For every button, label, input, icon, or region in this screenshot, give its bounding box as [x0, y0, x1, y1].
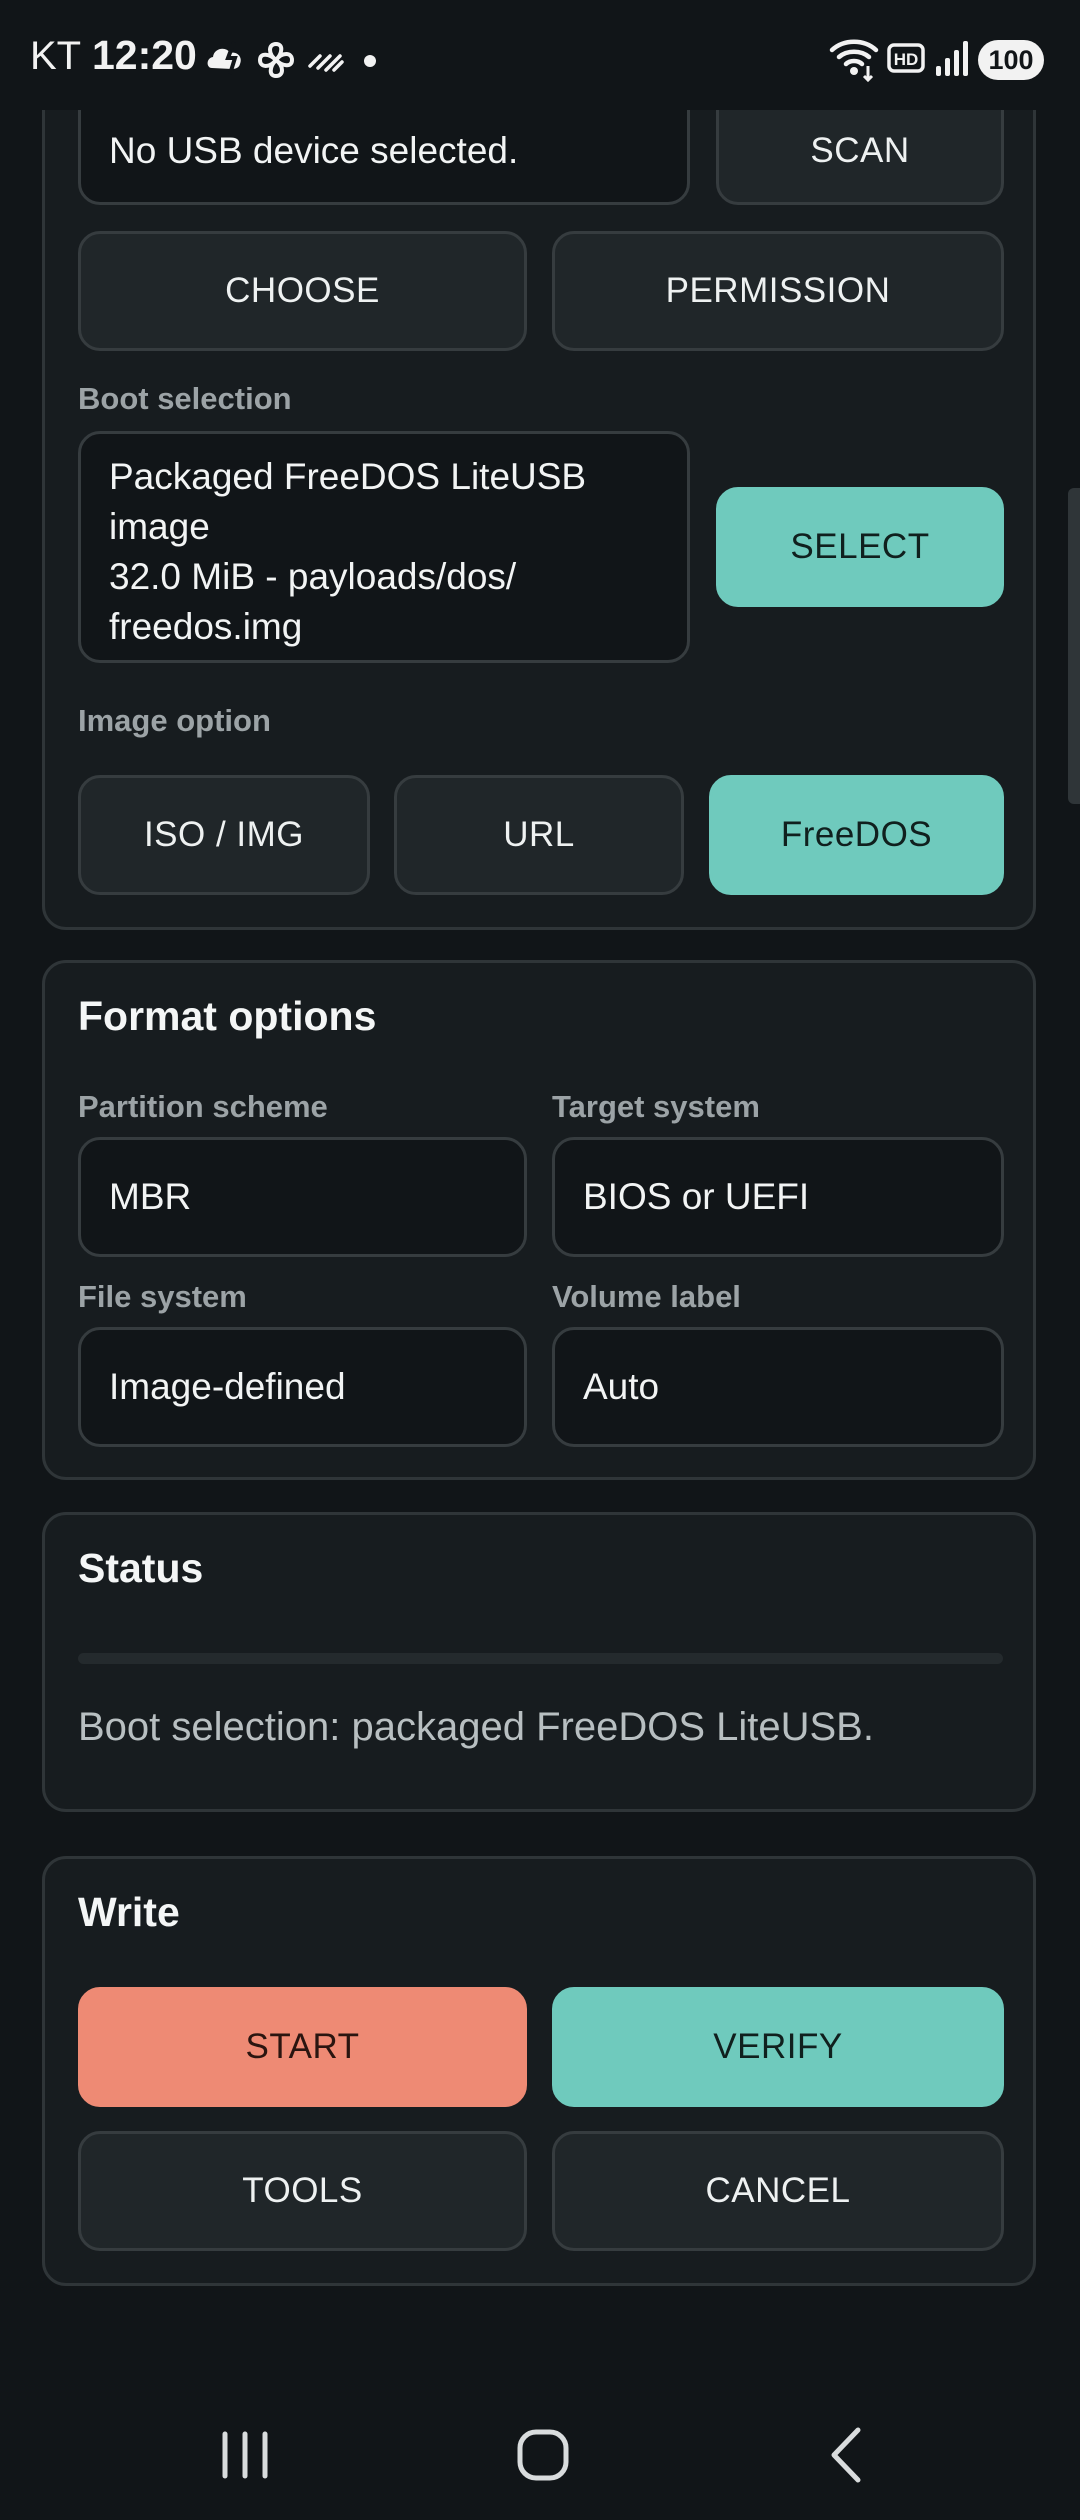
image-option-label: Image option: [78, 703, 271, 738]
drive-properties-card: No USB device selected. SCAN CHOOSE PERM…: [42, 60, 1036, 930]
format-options-title: Format options: [78, 993, 377, 1039]
file-system-label: File system: [78, 1279, 247, 1314]
svg-text:HD: HD: [894, 50, 919, 69]
navigation-bar: [0, 2380, 1080, 2520]
boot-selection-label: Boot selection: [78, 381, 292, 416]
wifi-icon: [829, 39, 879, 82]
freedos-option[interactable]: FreeDOS: [709, 775, 1004, 895]
verify-button[interactable]: VERIFY: [552, 1987, 1004, 2107]
write-card: Write START VERIFY TOOLS CANCEL: [42, 1856, 1036, 2286]
volume-label-label: Volume label: [552, 1279, 741, 1314]
carrier-label: KT: [30, 34, 82, 78]
battery-icon: 100: [978, 40, 1044, 80]
format-options-card: Format options Partition scheme MBR Targ…: [42, 960, 1036, 1480]
progress-bar: [78, 1653, 1003, 1664]
cancel-button[interactable]: CANCEL: [552, 2131, 1004, 2251]
choose-button[interactable]: CHOOSE: [78, 231, 527, 351]
iso-img-option[interactable]: ISO / IMG: [78, 775, 370, 895]
hd-voice-icon: HD: [887, 43, 925, 73]
target-system-field[interactable]: BIOS or UEFI: [552, 1137, 1004, 1257]
write-title: Write: [78, 1889, 180, 1935]
url-option[interactable]: URL: [394, 775, 684, 895]
status-title: Status: [78, 1545, 204, 1591]
weather-cloud-icon: [207, 41, 241, 75]
partition-scheme-label: Partition scheme: [78, 1089, 328, 1124]
select-button[interactable]: SELECT: [716, 487, 1004, 607]
status-bar: KT 12:20 HD 100: [0, 0, 1080, 110]
home-icon[interactable]: [508, 2420, 578, 2490]
app-screen: KT 12:20 HD 100 No USB device selected. …: [0, 0, 1080, 2520]
notification-dot: [364, 55, 376, 67]
boot-selection-field: Packaged FreeDOS LiteUSB image 32.0 MiB …: [78, 431, 690, 663]
data-saver-icon: [308, 54, 344, 72]
scrollbar[interactable]: [1068, 488, 1080, 804]
fan-icon: [257, 41, 295, 79]
start-button[interactable]: START: [78, 1987, 527, 2107]
target-system-label: Target system: [552, 1089, 760, 1124]
permission-button[interactable]: PERMISSION: [552, 231, 1004, 351]
recents-icon[interactable]: [210, 2420, 280, 2490]
status-message: Boot selection: packaged FreeDOS LiteUSB…: [78, 1705, 874, 1749]
back-icon[interactable]: [812, 2420, 882, 2490]
file-system-field[interactable]: Image-defined: [78, 1327, 527, 1447]
status-card: Status Boot selection: packaged FreeDOS …: [42, 1512, 1036, 1812]
signal-icon: [936, 41, 968, 76]
volume-label-field[interactable]: Auto: [552, 1327, 1004, 1447]
partition-scheme-field[interactable]: MBR: [78, 1137, 527, 1257]
clock: 12:20: [92, 32, 197, 78]
tools-button[interactable]: TOOLS: [78, 2131, 527, 2251]
